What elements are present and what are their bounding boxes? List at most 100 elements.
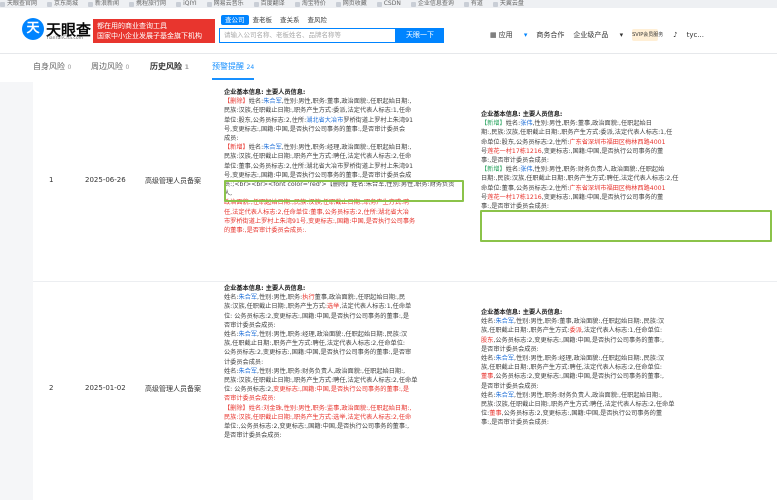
detail-line: 民族:汉族,任职截止日期:,职务产生方式:聘任,法定代表人标志:2,任命单 — [224, 377, 418, 385]
bookmark-item[interactable]: CSDN — [376, 0, 401, 8]
row-index: 1 — [49, 176, 54, 184]
apps-menu[interactable]: ▦ 应用 ▾ — [490, 28, 527, 42]
tab-self-risk[interactable]: 自身风险 0 — [33, 60, 71, 80]
detail-line: 成员: — [224, 135, 239, 143]
detail-line: 民族:汉族,任职截止日期:,职务产生方式:聘任,法定代表人标志:2,任命单 — [481, 401, 675, 409]
tab-warnings-label: 预警提醒 — [212, 62, 244, 71]
detail-line: 命单位:股东,公务员标志:2,住所:广东省深圳市福田区梅林西路4001 — [481, 138, 666, 146]
bookmark-item[interactable]: 百度翻译 — [253, 0, 285, 8]
bookmark-item[interactable]: 有道 — [463, 0, 483, 8]
search-tab-risk[interactable]: 查风险 — [304, 15, 332, 25]
bookmark-item[interactable]: 天翼云盘 — [492, 0, 524, 8]
detail-line: 民族:汉族,任职截止日期:,职务产生方式:聘任,法定代表人标志:2,任命 — [224, 153, 412, 161]
detail-line: 【新增】姓名:张伟,性别:男性,职务:董事,政治面貌:,任职起始日 — [481, 120, 652, 128]
risk-tabs: 自身风险 0 周边风险 0 历史风险 1 预警提醒 24 — [0, 54, 777, 82]
bookmark-item[interactable]: 淘宝特价 — [294, 0, 326, 8]
search-input[interactable]: 请输入公司名称、老板姓名、品牌名称等 — [219, 28, 396, 43]
bookmark-item[interactable]: 网页收藏 — [335, 0, 367, 8]
table-row: 2 2025-01-02 高级管理人员备案 企业基本信息: 主要人员信息: 姓名:… — [33, 282, 777, 500]
user-menu[interactable]: tyc... — [687, 28, 704, 42]
detail-line: 事:,是否审计委员会成员: — [481, 419, 550, 427]
detail-line: 族,任职截止日期:,职务产生方式:委派,法定代表人标志:1,任命单位: — [481, 327, 663, 335]
detail-line: 命单位:董事,公务员标志:2,住所:广东省深圳市福田区梅林西路4001 — [481, 184, 666, 192]
detail-line: 姓名:朱合军,性别:男性,职务:董事,政治面貌:,任职起始日期:,民族:汉 — [481, 318, 665, 326]
detail-line: 公务员标志:2,变更标志:,国籍:中国,是否执行公司事务的董事:,是否审 — [224, 349, 412, 357]
bell-icon[interactable]: ♪ — [673, 28, 677, 42]
after-content: 企业基本信息: 主要人员信息: 姓名:朱合军,性别:男性,职务:董事,政治面貌:,… — [481, 308, 771, 428]
promo-line-2: 国家中小企业发展子基金旗下机构 — [97, 32, 202, 40]
top-nav: ▦ 应用 ▾ 商务合作 企业级产品 ▾ SVIP会员服务 ♪ tyc... — [490, 28, 713, 42]
detail-line: 【新增】姓名:张伟,性别:男性,职务:财务负责人,政治面貌:,任职起始 — [481, 166, 665, 174]
search-button[interactable]: 天眼一下 — [396, 28, 444, 43]
before-content: 企业基本信息: 主要人员信息: 【删除】姓名:朱合军,性别:男性,职务:董事,政治… — [224, 88, 460, 235]
detail-line: 姓名:朱合军,性别:男性,职务:财务负责人,政治面貌:,任职起始日期:, — [481, 391, 663, 399]
detail-line: 号莲花一村17栋1216,变更标志:,国籍:中国,是否执行公司事务的董 — [481, 147, 664, 155]
tab-warnings[interactable]: 预警提醒 24 — [212, 60, 255, 80]
logo-subtext: TianYanCha.com — [46, 36, 84, 41]
detail-line: 位: 公务员标志:2,变更标志:,国籍:中国,是否执行公司事务的董事:,是 — [224, 312, 410, 320]
grid-icon: ▦ — [490, 31, 497, 39]
tab-surrounding-risk-label: 周边风险 — [91, 62, 123, 71]
detail-line: 单位:董事,公务员标志:2,住所:湖北省大冶市罗桥街道上罗村上朱湾91 — [224, 162, 414, 170]
detail-line: 号,变更标志:,国籍:中国,是否执行公司事务的董事:,是否审计委员会 — [224, 125, 406, 133]
detail-line: 号,变更标志:,国籍:中国,是否执行公司事务的董事:,是否审计委员会成 — [224, 171, 412, 179]
tab-history-risk-count: 1 — [184, 64, 189, 71]
apps-label: 应用 — [498, 31, 513, 39]
row-type: 高级管理人员备案 — [145, 177, 201, 185]
bookmark-item[interactable]: iQIYI — [176, 0, 197, 8]
tab-history-risk[interactable]: 历史风险 1 — [150, 60, 189, 80]
search-tab-relation[interactable]: 查关系 — [276, 15, 304, 25]
tab-self-risk-count: 0 — [67, 64, 72, 71]
warning-table: 1 2025-06-26 高级管理人员备案 企业基本信息: 主要人员信息: 【删除… — [33, 82, 777, 500]
detail-line: 单位:,公务员标志:2,变更标志:,国籍:中国,是否执行公司事务的董事:, — [224, 423, 410, 431]
search-tab-boss[interactable]: 查老板 — [249, 15, 277, 25]
row-type: 高级管理人员备案 — [145, 385, 201, 393]
detail-line: 姓名:朱合军,性别:男性,职务:执行董事,政治面貌:,任职起始日期:,民 — [224, 294, 406, 302]
bookmark-item[interactable]: 企业信息查询 — [410, 0, 454, 8]
detail-line: 股东,公务员标志:2,变更标志:,国籍:中国,是否执行公司事务的董事:, — [481, 336, 664, 344]
detail-line: 位: 公务员标志:2,变更标志:,国籍:中国,是否执行公司事务的董事:,是 — [224, 386, 410, 394]
bookmark-item[interactable]: 天眼查官网 — [0, 0, 37, 8]
tab-surrounding-risk-count: 0 — [125, 64, 130, 71]
search-tab-company[interactable]: 查公司 — [221, 15, 249, 25]
detail-line: 是否审计委员会成员: — [224, 432, 282, 440]
search-type-tabs: 查公司 查老板 查关系 查风险 — [221, 15, 331, 25]
detail-line: 事:,是否审计委员会成员: — [481, 157, 550, 165]
detail-line: 单位:股东,公务员标志:2,住所:湖北省大冶市罗桥街道上罗村上朱湾91 — [224, 116, 414, 124]
detail-line: 姓名:朱合军,性别:男性,职务:经理,政治面貌:,任职起始日期:,民族:汉 — [224, 331, 408, 339]
detail-line: 民族:汉族,任职截止日期:,职务产生方式:选举,法定代表人标志:2,任命 — [224, 413, 412, 421]
section-heading: 企业基本信息: 主要人员信息: — [224, 285, 306, 292]
tab-warnings-count: 24 — [246, 64, 255, 71]
bookmark-item[interactable]: 京东商城 — [47, 0, 78, 8]
svip-badge[interactable]: SVIP会员服务 — [632, 29, 663, 41]
detail-line: 的董事:,是否审计委员会成员:. — [224, 227, 307, 235]
promo-line-1: 都在用的商业查询工具 — [97, 22, 167, 30]
tab-surrounding-risk[interactable]: 周边风险 0 — [91, 60, 129, 80]
detail-line: 【新增】姓名:朱合军,性别:男性,职务:经理,政治面貌:,任职起始日期:, — [224, 144, 412, 152]
detail-line: 族:汉族,任职截止日期:,职务产生方式:选举,法定代表人标志:1,任命单 — [224, 303, 412, 311]
detail-line: 族,任职截止日期:,职务产生方式:聘任,法定代表人标志:2,任命单位: — [481, 364, 663, 372]
detail-line: 族,任职截止日期:,职务产生方式:聘任,法定代表人标志:2,任命单位: — [224, 340, 406, 348]
detail-line: 日期:,民族:汉族,任职截止日期:,职务产生方式:聘任,法定代表人标志:2,任 — [481, 175, 679, 183]
detail-line: 否审计委员会成员: — [224, 321, 276, 329]
enterprise-products-menu[interactable]: 企业级产品 ▾ — [573, 28, 623, 42]
detail-line: 民族:汉族,任职截止日期:,职务产生方式:委派,法定代表人标志:1,任命 — [224, 107, 412, 115]
bookmark-item[interactable]: 网易云音乐 — [206, 0, 244, 8]
detail-line: 位:董事,公务员标志:2,变更标志:,国籍:中国,是否执行公司事务的董 — [481, 410, 663, 418]
detail-line: 市罗桥街道上罗村上朱湾91号,变更标志:,国籍:中国,是否执行公司事务 — [224, 217, 416, 225]
detail-line: 【删除】姓名:朱合军,性别:男性,职务:董事,政治面貌:,任职起始日期:, — [224, 98, 412, 106]
bookmark-item[interactable]: 携程旅行网 — [129, 0, 166, 8]
row-index: 2 — [49, 384, 54, 392]
detail-line: 姓名:朱合军,性别:男性,职务:经理,政治面貌:,任职起始日期:,民族:汉 — [481, 355, 665, 363]
bookmark-item[interactable]: 新浪新闻 — [88, 0, 119, 8]
logo-icon: 天 — [22, 18, 44, 40]
detail-line: 期:,民族:汉族,任职截止日期:,职务产生方式:委派,法定代表人标志:1,任 — [481, 129, 673, 137]
logo[interactable]: 天 天眼查 TianYanCha.com — [22, 18, 91, 46]
detail-line: 计委员会成员: — [224, 358, 264, 366]
highlight-box-after — [480, 210, 772, 242]
tab-history-risk-label: 历史风险 — [150, 62, 182, 71]
detail-line: 号莲花一村17栋1216,变更标志:,国籍:中国,是否执行公司事务的董 — [481, 193, 664, 201]
highlight-box-before — [224, 180, 464, 202]
after-content: 企业基本信息: 主要人员信息: 【新增】姓名:张伟,性别:男性,职务:董事,政治面… — [481, 110, 771, 211]
business-cooperation-link[interactable]: 商务合作 — [536, 28, 564, 42]
